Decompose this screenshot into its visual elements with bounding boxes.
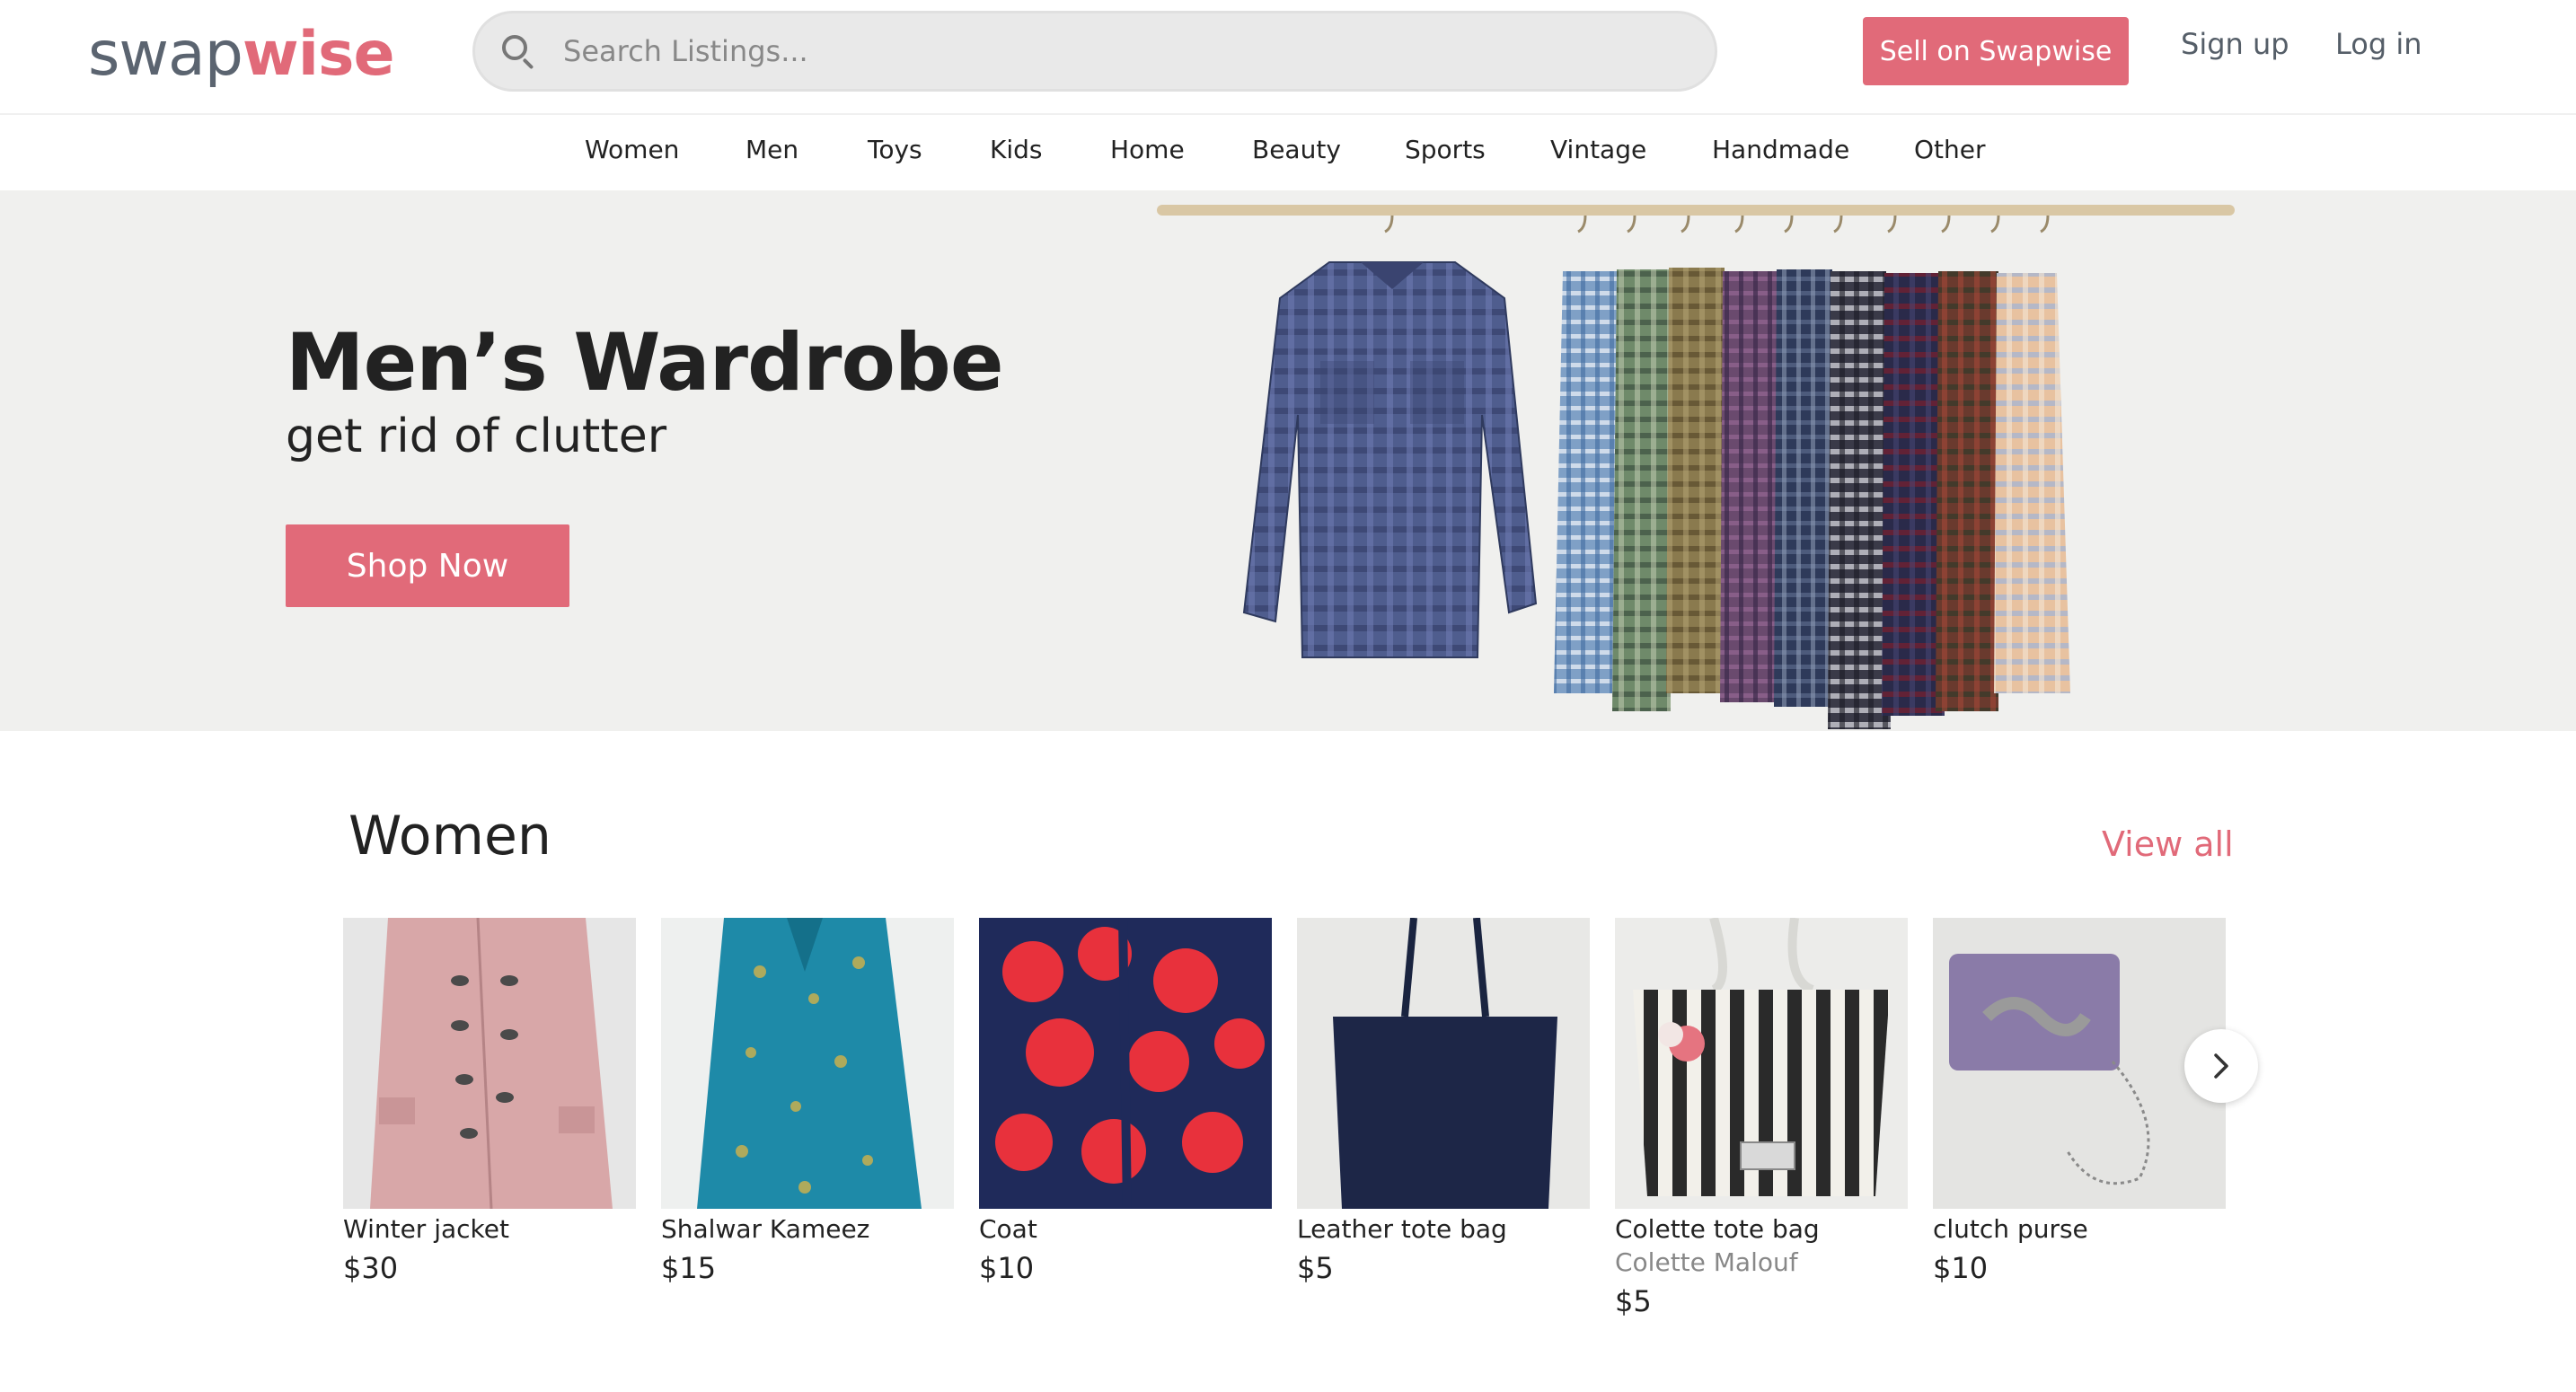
site-header: swapwise Sell on Swapwise Sign up Log in — [0, 0, 2576, 115]
product-image-winter-jacket — [343, 918, 636, 1209]
product-price: $5 — [1615, 1284, 1652, 1318]
product-price: $15 — [661, 1251, 717, 1285]
product-card[interactable]: Shalwar Kameez $15 — [661, 918, 954, 1285]
swapwise-logo[interactable]: swap wise — [88, 9, 395, 99]
hero-shirts-rack-image — [1157, 205, 2235, 729]
nav-item-women[interactable]: Women — [585, 135, 679, 164]
view-all-link[interactable]: View all — [2102, 824, 2234, 864]
sell-on-swapwise-button[interactable]: Sell on Swapwise — [1863, 17, 2129, 85]
search-bar[interactable] — [472, 11, 1717, 92]
product-name: Colette tote bag — [1615, 1214, 1820, 1244]
log-in-link[interactable]: Log in — [2335, 27, 2422, 61]
sign-up-link[interactable]: Sign up — [2181, 27, 2289, 61]
logo-text-swap: swap — [88, 18, 243, 90]
product-image-leather-tote-bag — [1297, 918, 1590, 1209]
nav-item-beauty[interactable]: Beauty — [1252, 135, 1341, 164]
nav-item-handmade[interactable]: Handmade — [1712, 135, 1849, 164]
product-image-clutch-purse — [1933, 918, 2226, 1209]
product-price: $10 — [979, 1251, 1035, 1285]
product-price: $30 — [343, 1251, 399, 1285]
product-name: Leather tote bag — [1297, 1214, 1507, 1244]
product-card[interactable]: Colette tote bag Colette Malouf $5 — [1615, 918, 1908, 1318]
section-title-women: Women — [348, 805, 551, 868]
product-price: $10 — [1933, 1251, 1989, 1285]
product-card[interactable]: clutch purse $10 — [1933, 918, 2226, 1285]
nav-item-kids[interactable]: Kids — [990, 135, 1043, 164]
search-icon — [500, 33, 536, 70]
carousel-next-button[interactable] — [2184, 1029, 2258, 1103]
product-image-shalwar-kameez — [661, 918, 954, 1209]
hero-subtitle: get rid of clutter — [286, 410, 667, 463]
nav-item-home[interactable]: Home — [1110, 135, 1185, 164]
hero-title: Men’s Wardrobe — [286, 316, 1004, 409]
product-card[interactable]: Leather tote bag $5 — [1297, 918, 1590, 1285]
product-name: clutch purse — [1933, 1214, 2088, 1244]
product-name: Coat — [979, 1214, 1037, 1244]
nav-item-toys[interactable]: Toys — [868, 135, 922, 164]
product-name: Winter jacket — [343, 1214, 509, 1244]
product-price: $5 — [1297, 1251, 1334, 1285]
product-card[interactable]: Coat $10 — [979, 918, 1272, 1285]
chevron-right-icon — [2214, 1053, 2228, 1079]
product-image-colette-tote-bag — [1615, 918, 1908, 1209]
hero-banner: Men’s Wardrobe get rid of clutter Shop N… — [0, 190, 2576, 731]
logo-text-wise: wise — [242, 18, 395, 90]
nav-item-other[interactable]: Other — [1914, 135, 1986, 164]
shop-now-button[interactable]: Shop Now — [286, 524, 569, 607]
nav-item-men[interactable]: Men — [745, 135, 798, 164]
search-input[interactable] — [563, 34, 1641, 68]
nav-item-sports[interactable]: Sports — [1405, 135, 1486, 164]
product-card[interactable]: Winter jacket $30 — [343, 918, 636, 1285]
category-nav: Women Men Toys Kids Home Beauty Sports V… — [0, 115, 2576, 190]
nav-item-vintage[interactable]: Vintage — [1550, 135, 1646, 164]
product-name: Shalwar Kameez — [661, 1214, 870, 1244]
product-brand: Colette Malouf — [1615, 1247, 1798, 1277]
product-image-coat — [979, 918, 1272, 1209]
